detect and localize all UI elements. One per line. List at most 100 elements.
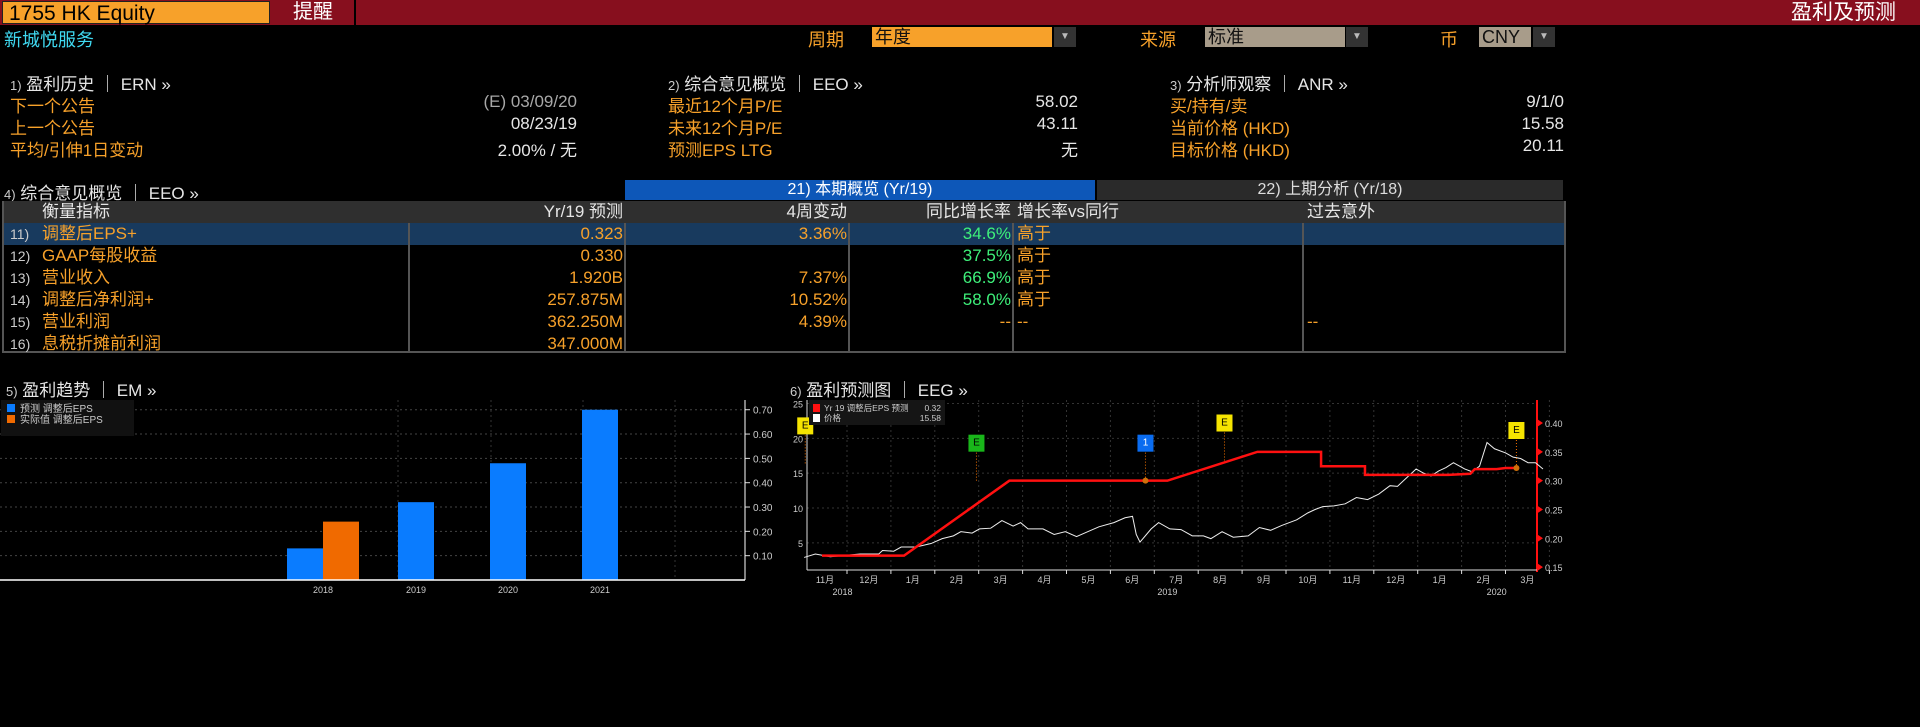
x-tick-label: 3月 bbox=[994, 575, 1008, 585]
y-tick-label: 0.70 bbox=[753, 406, 773, 417]
bar-forecast-2021 bbox=[582, 409, 618, 580]
column-divider bbox=[1302, 223, 1304, 351]
ern-value-next: (E) 03/09/20 bbox=[483, 92, 577, 111]
x-tick-label: 5月 bbox=[1081, 575, 1095, 585]
cell-yoy: 58.0% bbox=[962, 290, 1011, 309]
column-header[interactable]: 同比增长率 bbox=[850, 201, 1014, 223]
x-tick-label: 9月 bbox=[1257, 575, 1271, 585]
cell-num: 15) bbox=[10, 314, 31, 330]
chevron-down-icon[interactable]: ▼ bbox=[1533, 27, 1555, 47]
bar-forecast-2020 bbox=[490, 463, 526, 580]
cell-name: GAAP每股收益 bbox=[42, 246, 158, 265]
cell-name: 息税折摊前利润 bbox=[42, 334, 161, 353]
cell-forecast: 1.920B bbox=[569, 268, 623, 287]
period-dropdown[interactable]: 年度 bbox=[872, 27, 1052, 47]
cell-surprise bbox=[1304, 223, 1566, 245]
table-row[interactable]: 15) 营业利润 362.250M 4.39% -- -- -- bbox=[4, 311, 1564, 333]
table-row[interactable]: 12) GAAP每股收益 0.330 37.5% 高于 bbox=[4, 245, 1564, 267]
ticker-input[interactable]: 1755 HK Equity bbox=[2, 1, 270, 25]
left-y-tick-label: 10 bbox=[793, 504, 803, 514]
left-y-tick-label: 15 bbox=[793, 469, 803, 479]
function-title: 盈利及预测 bbox=[1791, 1, 1896, 24]
price-line bbox=[803, 441, 1544, 558]
x-tick-label: 10月 bbox=[1298, 575, 1317, 585]
cell-name: 调整后净利润+ bbox=[42, 290, 154, 309]
cell-chg4w: 10.52% bbox=[789, 290, 847, 309]
company-name: 新城悦服务 bbox=[4, 30, 94, 50]
tab-current-period[interactable]: 21) 本期概览 (Yr/19) bbox=[625, 180, 1095, 200]
anr-value-target: 20.11 bbox=[1522, 136, 1564, 155]
eeo-label-ltg: 预测EPS LTG bbox=[668, 141, 773, 160]
year-label: 2019 bbox=[1157, 587, 1177, 596]
eps-estimate-line bbox=[821, 450, 1519, 557]
y-tick-label: 0.50 bbox=[753, 454, 773, 465]
anr-value-ratings: 9/1/0 bbox=[1526, 92, 1564, 111]
currency-dropdown[interactable]: CNY bbox=[1479, 27, 1531, 47]
chevron-down-icon[interactable]: ▼ bbox=[1346, 27, 1368, 47]
source-dropdown[interactable]: 标准 bbox=[1205, 27, 1345, 47]
cell-surprise bbox=[1304, 289, 1566, 311]
anr-value-price: 15.58 bbox=[1521, 114, 1564, 133]
cell-vs-peers: 高于 bbox=[1017, 246, 1051, 265]
anr-label-target: 目标价格 (HKD) bbox=[1170, 141, 1290, 160]
cell-surprise bbox=[1304, 333, 1566, 355]
column-header[interactable]: 过去意外 bbox=[1304, 201, 1566, 223]
year-label: 2018 bbox=[833, 587, 853, 596]
eeo-value-ltg: 无 bbox=[1061, 141, 1078, 160]
column-header[interactable]: 增长率vs同行 bbox=[1014, 201, 1304, 223]
tab-prior-period[interactable]: 22) 上期分析 (Yr/18) bbox=[1097, 180, 1563, 200]
cell-yoy: 37.5% bbox=[962, 246, 1011, 265]
x-tick-label: 1月 bbox=[1433, 575, 1447, 585]
column-header[interactable]: Yr/19 预测 bbox=[410, 201, 626, 223]
cell-forecast: 347.000M bbox=[547, 334, 623, 353]
x-tick-label: 2月 bbox=[1476, 575, 1490, 585]
legend-swatch bbox=[813, 414, 820, 422]
legend-swatch bbox=[813, 404, 820, 412]
cell-name: 营业收入 bbox=[42, 268, 110, 287]
cell-surprise bbox=[1304, 245, 1566, 267]
bar-forecast-2018 bbox=[287, 548, 323, 580]
alert-button[interactable]: 提醒 bbox=[272, 0, 356, 25]
table-row[interactable]: 11) 调整后EPS+ 0.323 3.36% 34.6% 高于 bbox=[4, 223, 1564, 245]
event-marker-label: E bbox=[1221, 418, 1228, 429]
x-tick-label: 2019 bbox=[406, 585, 426, 595]
bar-forecast-2019 bbox=[398, 502, 434, 580]
column-divider bbox=[624, 223, 626, 351]
table-row[interactable]: 16) 息税折摊前利润 347.000M bbox=[4, 333, 1564, 355]
cell-chg4w bbox=[626, 245, 850, 267]
chevron-down-icon[interactable]: ▼ bbox=[1054, 27, 1076, 47]
legend-label: 价格 bbox=[824, 413, 842, 423]
cell-num: 12) bbox=[10, 248, 31, 264]
legend-label: 预测 调整后EPS bbox=[20, 402, 93, 415]
x-tick-label: 6月 bbox=[1125, 575, 1139, 585]
y-tick-label: 0.40 bbox=[753, 479, 773, 490]
x-tick-label: 3月 bbox=[1520, 575, 1534, 585]
event-marker-label: 1 bbox=[1143, 438, 1149, 449]
event-marker-label: E bbox=[802, 420, 809, 431]
x-tick-label: 11月 bbox=[1343, 575, 1361, 585]
x-tick-label: 8月 bbox=[1213, 575, 1227, 585]
cell-forecast: 0.330 bbox=[580, 246, 623, 265]
left-y-tick-label: 25 bbox=[793, 399, 803, 409]
left-y-tick-label: 5 bbox=[798, 539, 803, 549]
right-y-tick-label: 0.15 bbox=[1545, 563, 1563, 573]
legend-value: 15.58 bbox=[920, 413, 942, 423]
table-row[interactable]: 13) 营业收入 1.920B 7.37% 66.9% 高于 bbox=[4, 267, 1564, 289]
cell-surprise bbox=[1304, 267, 1566, 289]
column-header[interactable]: 4周变动 bbox=[626, 201, 850, 223]
cell-num: 14) bbox=[10, 292, 31, 308]
x-tick-label: 2月 bbox=[950, 575, 964, 585]
column-header[interactable]: 衡量指标 bbox=[39, 201, 412, 223]
table-header-row: 衡量指标 Yr/19 预测 4周变动 同比增长率 增长率vs同行 过去意外 bbox=[4, 201, 1564, 223]
cell-chg4w: 3.36% bbox=[798, 224, 847, 243]
x-tick-label: 4月 bbox=[1037, 575, 1051, 585]
eeo-value-trailing-pe: 58.02 bbox=[1035, 92, 1078, 111]
x-tick-label: 2020 bbox=[498, 585, 518, 595]
earnings-trend-chart: 0.10 0.20 0.30 0.40 0.50 0.60 0.70 2018 2019 2020… bbox=[0, 400, 773, 595]
cell-vs-peers: 高于 bbox=[1017, 290, 1051, 309]
source-label: 来源 bbox=[1140, 30, 1176, 50]
table-row[interactable]: 14) 调整后净利润+ 257.875M 10.52% 58.0% 高于 bbox=[4, 289, 1564, 311]
ern-label-move: 平均/引伸1日变动 bbox=[10, 141, 144, 160]
cell-yoy: 34.6% bbox=[962, 224, 1011, 243]
cell-vs-peers: 高于 bbox=[1017, 268, 1051, 287]
